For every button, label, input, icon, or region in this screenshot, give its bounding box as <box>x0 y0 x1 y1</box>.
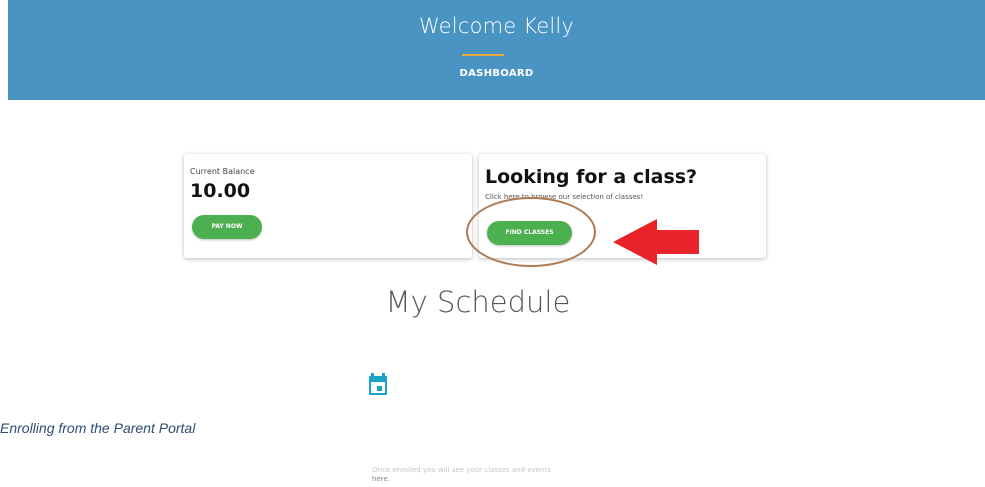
welcome-title: Welcome Kelly <box>418 14 575 38</box>
balance-card: Current Balance 10.00 PAY NOW <box>184 154 472 258</box>
header-banner: Welcome Kelly DASHBOARD <box>8 0 985 100</box>
balance-label: Current Balance <box>190 167 255 176</box>
schedule-empty-text: Once enrolled you will see your classes … <box>372 466 602 484</box>
highlight-oval <box>466 197 596 267</box>
schedule-empty-line1: Once enrolled you will see your classes … <box>372 466 551 474</box>
schedule-empty-line2: here. <box>372 475 390 483</box>
class-card-title: Looking for a class? <box>485 166 698 188</box>
pay-now-button[interactable]: PAY NOW <box>192 215 262 239</box>
balance-amount: 10.00 <box>190 180 251 202</box>
title-underline <box>462 54 504 56</box>
page-caption: Enrolling from the Parent Portal <box>0 420 196 436</box>
calendar-icon <box>369 373 387 395</box>
schedule-title: My Schedule <box>385 285 571 319</box>
dashboard-link[interactable]: DASHBOARD <box>8 68 985 79</box>
red-arrow-annotation <box>613 219 699 265</box>
